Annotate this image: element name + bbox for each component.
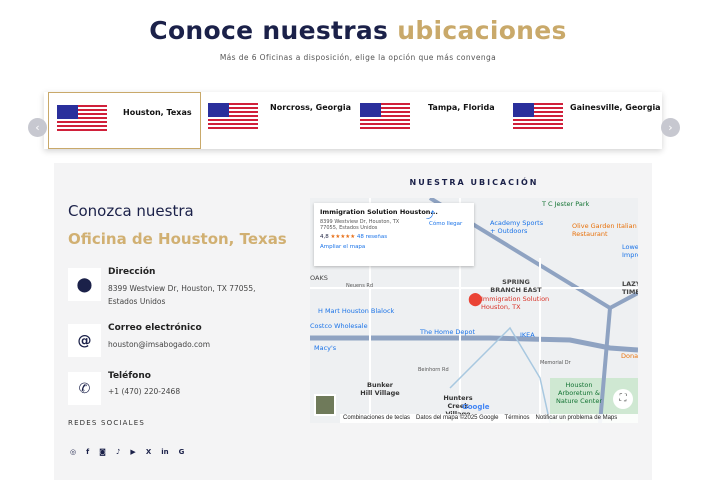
map-label: Memorial Dr (540, 360, 571, 366)
location-houston[interactable]: Houston, Texas (48, 92, 201, 149)
satellite-toggle[interactable] (314, 394, 336, 416)
map-label: Costco Wholesale (310, 322, 368, 330)
map-data-text: Datos del mapa ©2025 Google (416, 415, 499, 421)
map-label: Lowe's Impro (622, 243, 638, 259)
us-flag-icon (513, 103, 563, 129)
phone-icon: ✆ (68, 372, 101, 405)
email-link[interactable]: houston@imsabogado.com (108, 337, 210, 352)
linkedin-icon[interactable]: in (161, 448, 168, 456)
map-label: Neuens Rd (346, 283, 374, 289)
office-heading: Conozca nuestra (68, 202, 194, 220)
directions-icon: ⤴ (426, 211, 436, 221)
directions-link[interactable]: Cómo llegar (429, 221, 462, 227)
phone-link[interactable]: +1 (470) 220-2468 (108, 384, 180, 399)
us-flag-icon (57, 105, 107, 131)
map-label: Bunker Hill Village (360, 381, 400, 397)
tiktok-icon[interactable]: ♪ (116, 448, 120, 456)
page-subtitle: Más de 6 Oficinas a disposición, elige l… (219, 53, 497, 62)
map-label: LAZYB TIMBE (622, 280, 638, 296)
location-gainesville[interactable]: Gainesville, Georgia (510, 92, 662, 149)
fullscreen-icon[interactable]: ⛶ (613, 389, 633, 409)
page-title: Conoce nuestras ubicaciones (0, 16, 716, 45)
map-label: OAKS (310, 274, 328, 282)
location-name: Tampa, Florida (428, 103, 495, 112)
map-label: Dona (621, 352, 638, 360)
phone-label: Teléfono (108, 371, 151, 381)
whatsapp-icon[interactable]: ◎ (70, 448, 76, 456)
location-name: Gainesville, Georgia (570, 103, 661, 112)
map-label: IKEA (520, 331, 535, 339)
chevron-right-icon[interactable]: › (661, 118, 680, 137)
google-logo: Google (462, 403, 490, 411)
place-info-card: Immigration Solution Houston... 8399 Wes… (314, 203, 474, 266)
us-flag-icon (208, 103, 258, 129)
location-tampa[interactable]: Tampa, Florida (358, 92, 510, 149)
map-label: T C Jester Park (542, 200, 590, 208)
map-label: The Home Depot (420, 328, 476, 336)
title-highlight: ubicaciones (397, 16, 567, 45)
chevron-left-icon[interactable]: ‹ (28, 118, 47, 137)
star-rating: ★★★★★ (330, 234, 356, 240)
map-label: Macy's (314, 344, 337, 352)
x-icon[interactable]: X (146, 448, 151, 456)
location-name: Houston, Texas (123, 108, 192, 117)
address-label: Dirección (108, 267, 156, 277)
location-norcross[interactable]: Norcross, Georgia (206, 92, 358, 149)
google-icon[interactable]: G (179, 448, 185, 456)
map-footer: Combinaciones de teclas Datos del mapa ©… (340, 414, 638, 423)
reviews-link[interactable]: 48 reseñas (357, 234, 387, 240)
terms-link[interactable]: Términos (505, 414, 530, 423)
office-name: Oficina de Houston, Texas (68, 230, 287, 248)
social-label: REDES SOCIALES (68, 419, 146, 427)
location-name: Norcross, Georgia (270, 103, 351, 112)
social-links: ◎ f ◙ ♪ ▶ X in G (70, 448, 184, 456)
title-part: Conoce nuestras (149, 16, 389, 45)
map-label: Olive Garden Italian Restaurant (572, 222, 637, 238)
enlarge-map-link[interactable]: Ampliar el mapa (320, 244, 468, 250)
locations-carousel: Houston, Texas Norcross, Georgia Tampa, … (44, 92, 662, 149)
at-sign-icon: @ (68, 324, 101, 357)
facebook-icon[interactable]: f (86, 448, 89, 456)
map-label: Academy Sports + Outdoors (490, 219, 544, 235)
place-address: 8399 Westview Dr, Houston, TX 77055, Est… (320, 219, 400, 231)
map-label: SPRING BRANCH EAST (490, 278, 542, 294)
report-problem-link[interactable]: Notificar un problema de Maps (536, 414, 618, 423)
rating-value: 4,8 (320, 234, 329, 240)
youtube-icon[interactable]: ▶ (130, 448, 135, 456)
email-label: Correo electrónico (108, 323, 202, 333)
location-pin-icon: ⬤ (68, 268, 101, 301)
us-flag-icon (360, 103, 410, 129)
google-map[interactable]: Immigration Solution Houston... 8399 Wes… (310, 198, 638, 423)
place-name: Immigration Solution Houston... (320, 208, 438, 216)
instagram-icon[interactable]: ◙ (99, 448, 106, 456)
map-title: NUESTRA UBICACIÓN (409, 178, 539, 187)
map-label: Houston Arboretum & Nature Center (556, 381, 602, 405)
keyboard-shortcuts-link[interactable]: Combinaciones de teclas (343, 414, 410, 423)
pin-label: Immigration Solution Houston, TX (481, 295, 550, 311)
map-label: Beinhorn Rd (418, 367, 449, 373)
address-line: Estados Unidos (108, 297, 166, 306)
map-label: H Mart Houston Blalock (318, 307, 395, 315)
